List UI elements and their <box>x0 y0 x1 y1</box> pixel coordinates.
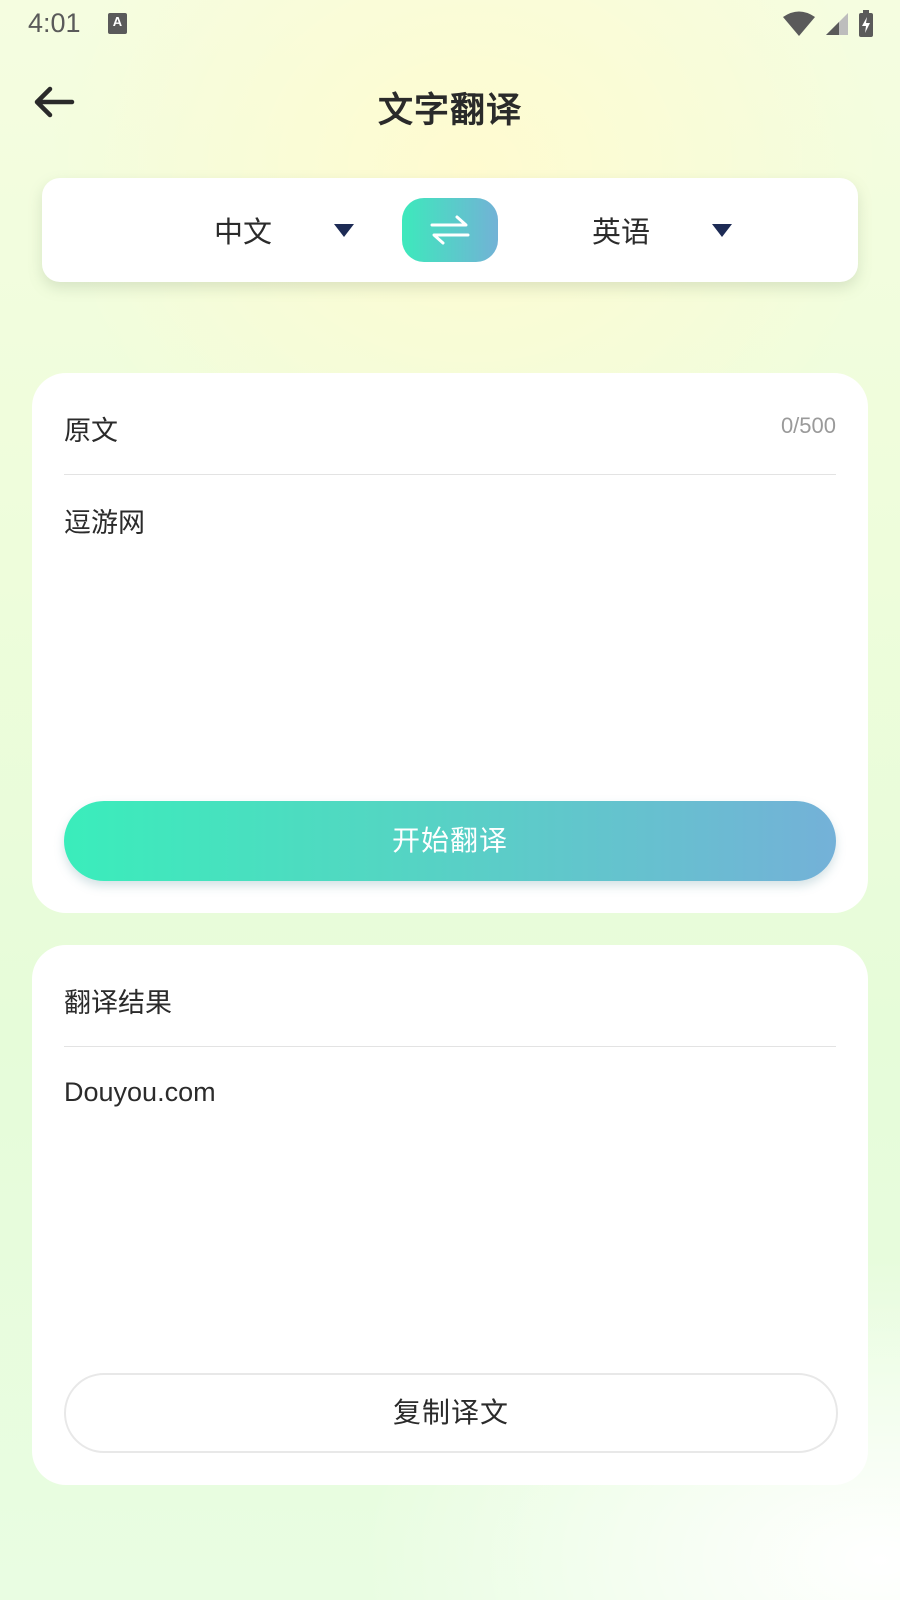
start-translate-button[interactable]: 开始翻译 <box>64 801 836 881</box>
wifi-icon <box>783 11 815 36</box>
swap-arrows-icon <box>430 215 470 245</box>
page-title: 文字翻译 <box>377 91 522 131</box>
text-a-icon: A <box>108 13 127 34</box>
divider <box>64 1046 836 1047</box>
result-text: Douyou.com <box>64 1077 216 1107</box>
source-text-input[interactable]: 逗游网 <box>64 501 834 751</box>
source-card: 原文 0/500 逗游网 开始翻译 <box>32 373 868 913</box>
target-language-select[interactable]: 英语 <box>592 202 733 258</box>
status-time: 4:01 <box>28 8 81 38</box>
char-count: 0/500 <box>780 413 836 438</box>
caret-down-icon <box>712 223 733 237</box>
source-language-select[interactable]: 中文 <box>214 202 355 258</box>
source-label: 原文 <box>64 416 118 447</box>
language-bar: 中文 英语 <box>42 178 858 282</box>
result-label: 翻译结果 <box>64 988 172 1019</box>
target-language-label: 英语 <box>592 215 651 249</box>
source-language-label: 中文 <box>214 215 273 249</box>
battery-charging-icon <box>859 10 873 37</box>
status-bar: 4:01 A <box>0 0 900 48</box>
divider <box>64 474 836 475</box>
copy-translation-button[interactable]: 复制译文 <box>64 1373 838 1453</box>
result-card: 翻译结果 Douyou.com 复制译文 <box>32 945 868 1485</box>
signal-icon <box>826 13 848 35</box>
swap-languages-button[interactable] <box>402 198 498 262</box>
caret-down-icon <box>334 223 355 237</box>
status-icons <box>782 10 874 38</box>
header: 文字翻译 <box>0 60 900 150</box>
